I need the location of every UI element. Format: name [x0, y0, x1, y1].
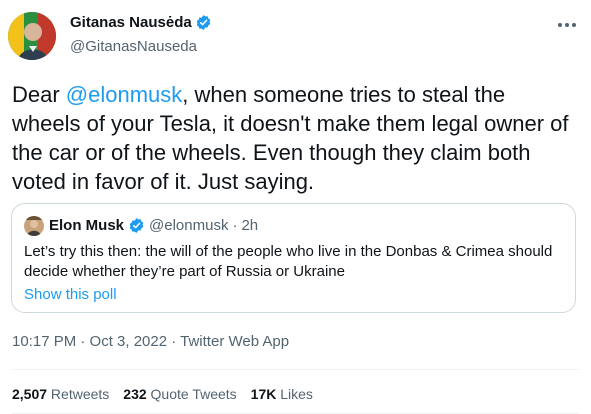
verified-badge-icon	[128, 217, 145, 234]
quoted-timestamp[interactable]: 2h	[241, 217, 258, 234]
retweets-label: Retweets	[47, 386, 110, 402]
more-options-icon[interactable]	[556, 14, 578, 36]
quoted-author-handle[interactable]: @elonmusk	[149, 217, 228, 234]
mention-link[interactable]: @elonmusk	[66, 82, 183, 107]
quoted-author-name[interactable]: Elon Musk	[49, 217, 124, 234]
likes-count: 17K	[250, 386, 277, 402]
divider	[12, 369, 579, 370]
quote-tweets-label: Quote Tweets	[146, 386, 237, 402]
quoted-tweet[interactable]: Elon Musk @elonmusk · 2h Let’s try this …	[11, 203, 576, 313]
author-name-text[interactable]: Gitanas Nausėda	[70, 14, 192, 31]
tweet-text-start: Dear	[12, 82, 66, 107]
quoted-header: Elon Musk @elonmusk · 2h	[49, 217, 258, 234]
quote-tweets-stat[interactable]: 232 Quote Tweets	[123, 386, 236, 402]
verified-badge-icon	[195, 14, 212, 31]
author-handle[interactable]: @GitanasNauseda	[70, 38, 197, 55]
retweets-count: 2,507	[12, 386, 48, 402]
quoted-text: Let’s try this then: the will of the peo…	[24, 243, 553, 280]
engagement-stats: 2,507 Retweets 232 Quote Tweets 17K Like…	[12, 386, 313, 402]
tweet-text: Dear @elonmusk, when someone tries to st…	[12, 80, 572, 196]
separator-dot: ·	[232, 217, 238, 234]
author-avatar[interactable]	[8, 12, 56, 60]
author-name[interactable]: Gitanas Nausėda	[70, 14, 212, 31]
retweets-stat[interactable]: 2,507 Retweets	[12, 386, 109, 402]
likes-stat[interactable]: 17K Likes	[251, 386, 313, 402]
quote-tweets-count: 232	[123, 386, 147, 402]
tweet-timestamp[interactable]: 10:17 PM · Oct 3, 2022 · Twitter Web App	[12, 333, 289, 350]
tweet-card: Gitanas Nausėda @GitanasNauseda Dear @el…	[0, 0, 591, 414]
likes-label: Likes	[276, 386, 313, 402]
quoted-author-avatar[interactable]	[24, 216, 44, 236]
show-poll-link[interactable]: Show this poll	[24, 286, 117, 303]
